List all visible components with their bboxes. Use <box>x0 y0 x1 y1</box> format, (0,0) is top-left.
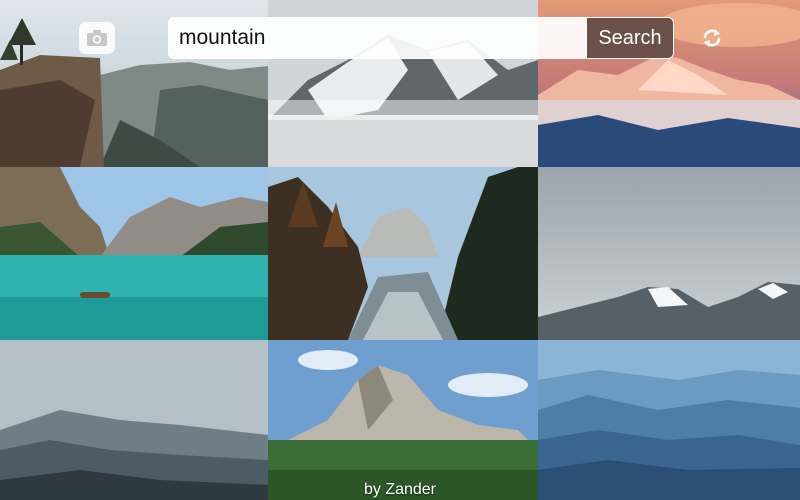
search-bar: Search <box>168 17 674 59</box>
photo-credit: by Zander <box>363 481 437 498</box>
photo-tile-forest-river[interactable] <box>268 167 538 340</box>
camera-button[interactable] <box>79 22 115 54</box>
search-input[interactable] <box>179 18 584 58</box>
search-button[interactable]: Search <box>587 18 673 58</box>
camera-icon <box>87 30 107 46</box>
photo-tile-grey-sky-peaks[interactable] <box>538 167 800 340</box>
photo-tile-hazy-ridges[interactable] <box>0 340 268 500</box>
refresh-button[interactable] <box>697 23 727 53</box>
refresh-icon <box>703 29 721 47</box>
photo-grid <box>0 0 800 500</box>
photo-tile-turquoise-lake[interactable] <box>0 167 268 340</box>
photo-tile-blue-ridges[interactable] <box>538 340 800 500</box>
photo-tile-dolomites[interactable] <box>268 340 538 500</box>
